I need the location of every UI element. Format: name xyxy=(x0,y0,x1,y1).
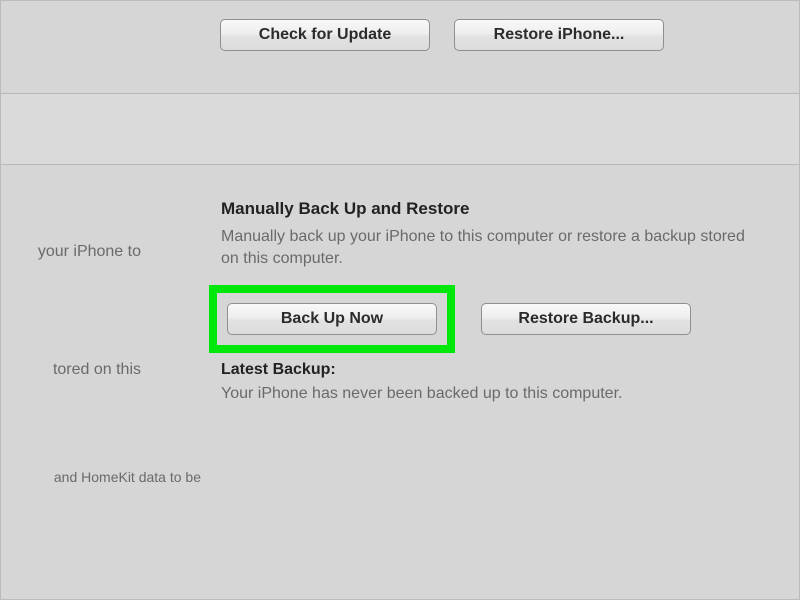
check-for-update-button[interactable]: Check for Update xyxy=(220,19,430,51)
cropped-text-fragment-1: your iPhone to xyxy=(1,243,141,261)
manual-backup-section-title: Manually Back Up and Restore xyxy=(221,199,469,219)
section-divider xyxy=(1,93,799,165)
backup-button-row: Back Up Now Restore Backup... xyxy=(209,285,691,353)
cropped-text-fragment-2: tored on this xyxy=(1,361,141,379)
latest-backup-title: Latest Backup: xyxy=(221,361,336,379)
latest-backup-status: Your iPhone has never been backed up to … xyxy=(221,385,761,403)
restore-backup-button[interactable]: Restore Backup... xyxy=(481,303,691,335)
instruction-highlight-box: Back Up Now xyxy=(209,285,455,353)
restore-iphone-button[interactable]: Restore iPhone... xyxy=(454,19,664,51)
cropped-text-fragment-3: and HomeKit data to be xyxy=(1,469,201,485)
manual-backup-section-description: Manually back up your iPhone to this com… xyxy=(221,226,761,269)
back-up-now-button[interactable]: Back Up Now xyxy=(227,303,437,335)
itunes-device-summary-fragment: Check for Update Restore iPhone... your … xyxy=(0,0,800,600)
top-button-row: Check for Update Restore iPhone... xyxy=(220,19,664,51)
